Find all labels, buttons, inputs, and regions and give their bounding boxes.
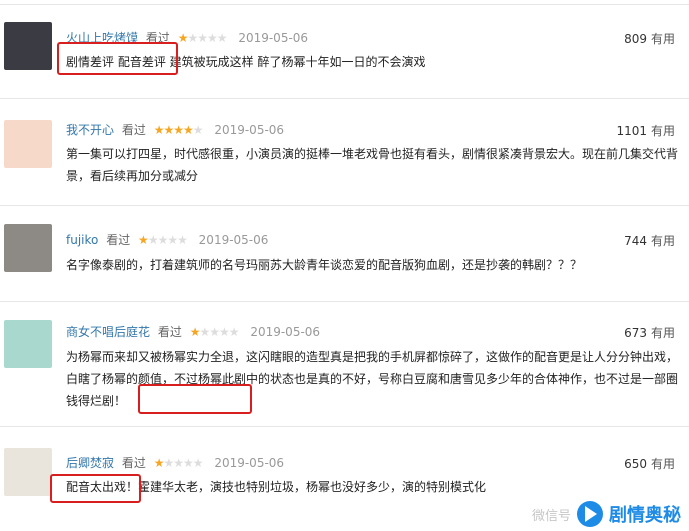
review-date: 2019-05-06 xyxy=(214,456,285,470)
rating-stars: ★★★★★ xyxy=(177,31,228,45)
useful-button[interactable]: 有用 xyxy=(651,124,675,138)
divider xyxy=(0,4,689,5)
username-link[interactable]: 火山上吃烤馍 xyxy=(66,31,138,45)
rating-stars: ★★★★★ xyxy=(138,233,188,247)
review-date: 2019-05-06 xyxy=(250,325,321,339)
username-link[interactable]: fujiko xyxy=(66,233,98,247)
vote-number: 809 xyxy=(624,32,647,46)
play-logo-icon xyxy=(577,501,603,527)
review-date: 2019-05-06 xyxy=(214,123,285,137)
username-link[interactable]: 后卿焚寂 xyxy=(66,456,114,470)
avatar[interactable] xyxy=(4,120,52,168)
review-meta: 商女不唱后庭花 看过 ★★★★★ 2019-05-06 xyxy=(66,324,320,340)
useful-button[interactable]: 有用 xyxy=(651,32,675,46)
divider xyxy=(0,426,689,427)
watched-label: 看过 xyxy=(106,233,131,247)
review-text: 名字像泰剧的，打着建筑师的名号玛丽苏大龄青年谈恋爱的配音版狗血剧，还是抄袭的韩剧… xyxy=(66,258,583,272)
wechat-label: 微信号 xyxy=(531,508,571,524)
username-link[interactable]: 我不开心 xyxy=(66,123,114,137)
vote-count[interactable]: 809 有用 xyxy=(624,30,675,47)
review-date: 2019-05-06 xyxy=(198,233,269,247)
avatar[interactable] xyxy=(4,320,52,368)
rating-stars: ★★★★★ xyxy=(153,123,204,137)
vote-number: 1101 xyxy=(616,124,647,138)
divider xyxy=(0,301,689,302)
watched-label: 看过 xyxy=(157,325,182,339)
divider xyxy=(0,205,689,206)
review-text: 为杨幂而来却又被杨幂实力全退，这闪瞎眼的造型真是把我的手机屏都惊碎了，这做作的配… xyxy=(66,350,679,408)
review-meta: 后卿焚寂 看过 ★★★★★ 2019-05-06 xyxy=(66,455,284,471)
review-meta: fujiko 看过 ★★★★★ 2019-05-06 xyxy=(66,232,268,248)
avatar[interactable] xyxy=(4,448,52,496)
rating-stars: ★★★★★ xyxy=(189,325,240,339)
review-text: 第一集可以打四星，时代感很重，小演员演的挺棒一堆老戏骨也挺有看头，剧情很紧凑背景… xyxy=(66,147,679,183)
watched-label: 看过 xyxy=(121,456,146,470)
watermark: 微信号 剧情奥秘 xyxy=(532,501,681,527)
vote-count[interactable]: 744 有用 xyxy=(624,232,675,249)
review-text: 剧情差评 配音差评 建筑被玩成这样 醉了杨幂十年如一日的不会演戏 xyxy=(66,55,426,69)
review-date: 2019-05-06 xyxy=(238,31,309,45)
useful-button[interactable]: 有用 xyxy=(651,234,675,248)
vote-number: 744 xyxy=(624,234,647,248)
review-text: 配音太出戏！霍建华太老，演技也特别垃圾，杨幂也没好多少，演的特别模式化 xyxy=(66,480,487,494)
vote-count[interactable]: 1101 有用 xyxy=(616,122,675,139)
vote-count[interactable]: 650 有用 xyxy=(624,455,675,472)
review-meta: 火山上吃烤馍 看过 ★★★★★ 2019-05-06 xyxy=(66,30,308,46)
vote-number: 650 xyxy=(624,457,647,471)
avatar[interactable] xyxy=(4,22,52,70)
review-meta: 我不开心 看过 ★★★★★ 2019-05-06 xyxy=(66,122,284,138)
brand-name: 剧情奥秘 xyxy=(609,505,681,526)
vote-number: 673 xyxy=(624,326,647,340)
useful-button[interactable]: 有用 xyxy=(651,457,675,471)
watched-label: 看过 xyxy=(121,123,146,137)
watched-label: 看过 xyxy=(145,31,170,45)
divider xyxy=(0,98,689,99)
vote-count[interactable]: 673 有用 xyxy=(624,324,675,341)
avatar[interactable] xyxy=(4,224,52,272)
username-link[interactable]: 商女不唱后庭花 xyxy=(66,325,150,339)
useful-button[interactable]: 有用 xyxy=(651,326,675,340)
rating-stars: ★★★★★ xyxy=(153,456,204,470)
